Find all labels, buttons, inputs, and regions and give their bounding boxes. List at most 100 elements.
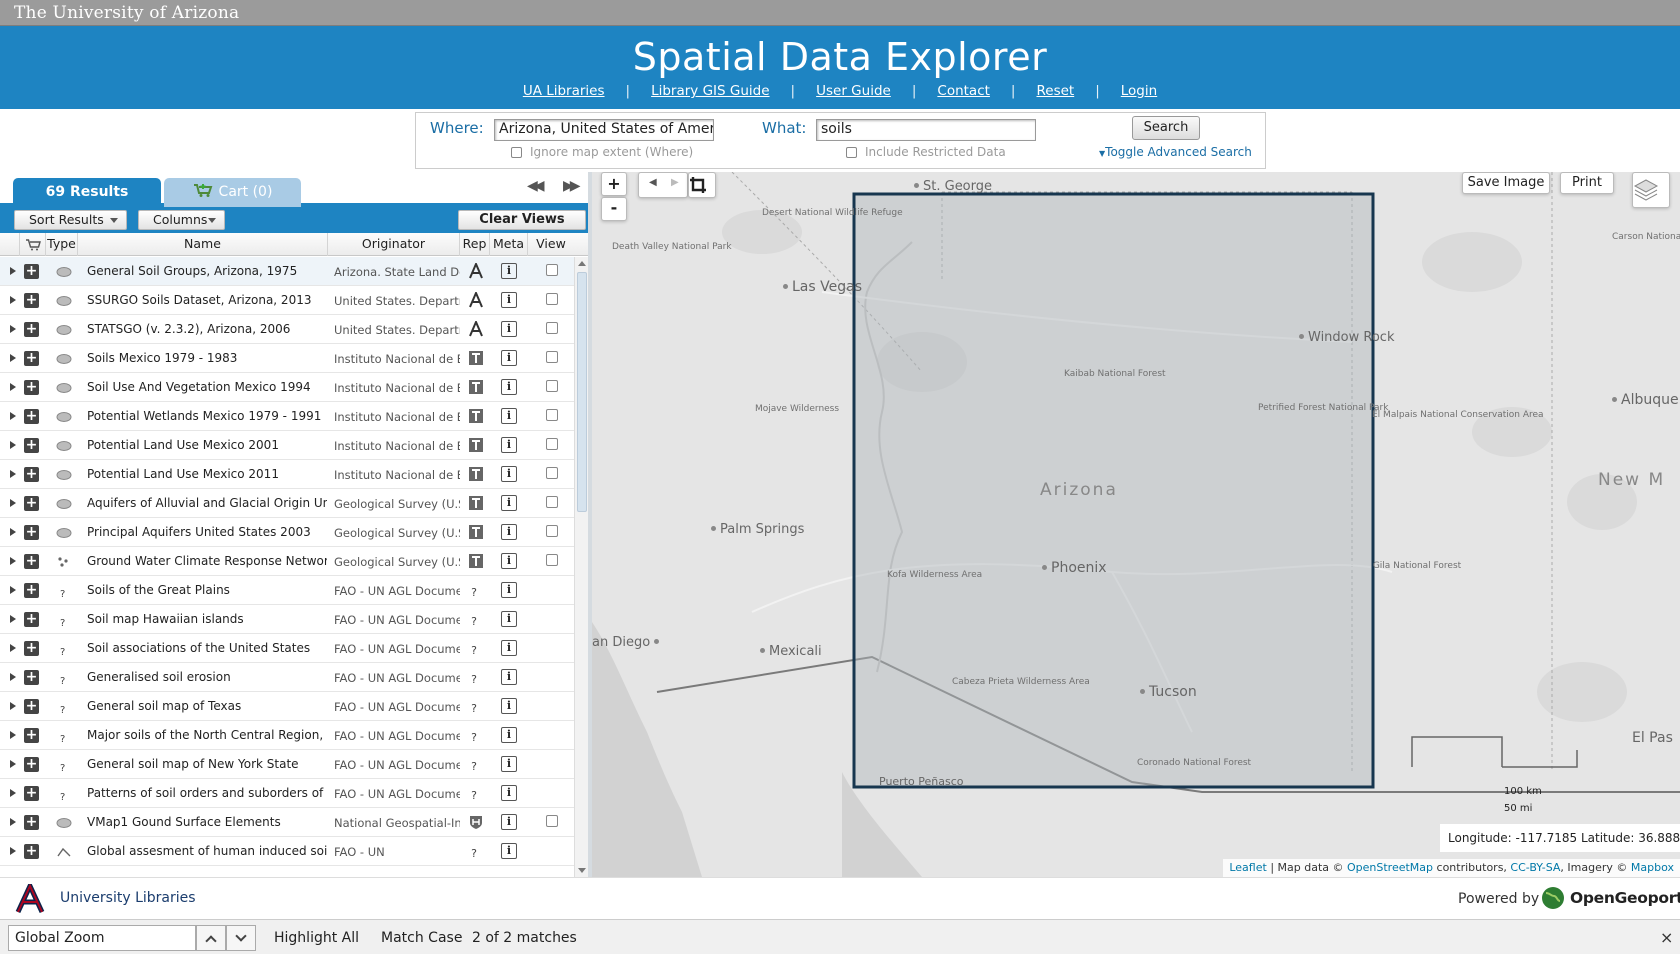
where-input[interactable]: Arizona, United States of America xyxy=(494,119,714,141)
metadata-info-icon[interactable]: i xyxy=(501,727,517,743)
result-name[interactable]: Principal Aquifers United States 2003 xyxy=(87,525,327,539)
nav-link-login[interactable]: Login xyxy=(1121,83,1157,99)
result-name[interactable]: Patterns of soil orders and suborders of… xyxy=(87,786,327,800)
expand-row-icon[interactable] xyxy=(10,557,16,565)
nav-link-reset[interactable]: Reset xyxy=(1036,83,1074,99)
view-layer-checkbox[interactable] xyxy=(546,293,558,305)
view-layer-checkbox[interactable] xyxy=(546,380,558,392)
expand-row-icon[interactable] xyxy=(10,644,16,652)
metadata-info-icon[interactable]: i xyxy=(501,640,517,656)
result-name[interactable]: Soil associations of the United States xyxy=(87,641,327,655)
expand-row-icon[interactable] xyxy=(10,354,16,362)
expand-row-icon[interactable] xyxy=(10,818,16,826)
add-to-cart-button[interactable]: + xyxy=(24,844,39,859)
columns-dropdown[interactable]: Columns xyxy=(138,210,225,230)
result-name[interactable]: General Soil Groups, Arizona, 1975 xyxy=(87,264,327,278)
table-row[interactable]: +? General soil map of New York State FAO … xyxy=(0,750,574,779)
expand-row-icon[interactable] xyxy=(10,267,16,275)
view-layer-checkbox[interactable] xyxy=(546,467,558,479)
metadata-info-icon[interactable]: i xyxy=(501,814,517,830)
col-meta[interactable]: Meta xyxy=(490,233,528,256)
expand-row-icon[interactable] xyxy=(10,760,16,768)
add-to-cart-button[interactable]: + xyxy=(24,670,39,685)
metadata-info-icon[interactable]: i xyxy=(501,553,517,569)
metadata-info-icon[interactable]: i xyxy=(501,350,517,366)
view-layer-checkbox[interactable] xyxy=(546,496,558,508)
expand-row-icon[interactable] xyxy=(10,441,16,449)
table-row[interactable]: + VMap1 Gound Surface Elements National Ge… xyxy=(0,808,574,837)
result-name[interactable]: Global assesment of human induced soil d… xyxy=(87,844,327,858)
table-row[interactable]: +? Soil associations of the United States… xyxy=(0,634,574,663)
metadata-info-icon[interactable]: i xyxy=(501,466,517,482)
expand-row-icon[interactable] xyxy=(10,789,16,797)
next-extent-icon[interactable]: ▶ xyxy=(671,177,679,188)
col-view[interactable]: View xyxy=(528,233,574,256)
add-to-cart-button[interactable]: + xyxy=(24,467,39,482)
metadata-info-icon[interactable]: i xyxy=(501,756,517,772)
sort-results-dropdown[interactable]: Sort Results xyxy=(14,210,127,230)
metadata-info-icon[interactable]: i xyxy=(501,437,517,453)
table-row[interactable]: + Potential Land Use Mexico 2001 Instituto… xyxy=(0,431,574,460)
table-row[interactable]: + Soil Use And Vegetation Mexico 1994 Inst… xyxy=(0,373,574,402)
nav-link-library-gis-guide[interactable]: Library GIS Guide xyxy=(651,83,769,99)
result-name[interactable]: Generalised soil erosion xyxy=(87,670,327,684)
col-cart[interactable] xyxy=(20,233,46,256)
nav-link-user-guide[interactable]: User Guide xyxy=(816,83,891,99)
add-to-cart-button[interactable]: + xyxy=(24,380,39,395)
add-to-cart-button[interactable]: + xyxy=(24,757,39,772)
result-name[interactable]: General soil map of New York State xyxy=(87,757,327,771)
find-next-button[interactable] xyxy=(226,925,256,951)
expand-row-icon[interactable] xyxy=(10,296,16,304)
metadata-info-icon[interactable]: i xyxy=(501,843,517,859)
result-name[interactable]: Soil Use And Vegetation Mexico 1994 xyxy=(87,380,327,394)
view-layer-checkbox[interactable] xyxy=(546,351,558,363)
metadata-info-icon[interactable]: i xyxy=(501,379,517,395)
toggle-advanced-search[interactable]: ▼Toggle Advanced Search xyxy=(1099,145,1252,159)
find-previous-button[interactable] xyxy=(196,925,226,951)
close-icon[interactable]: × xyxy=(1660,928,1673,947)
table-row[interactable]: +? Patterns of soil orders and suborders … xyxy=(0,779,574,808)
add-to-cart-button[interactable]: + xyxy=(24,699,39,714)
table-row[interactable]: +? Major soils of the North Central Regio… xyxy=(0,721,574,750)
expand-row-icon[interactable] xyxy=(10,470,16,478)
tab-cart[interactable]: Cart (0) xyxy=(164,178,301,207)
view-layer-checkbox[interactable] xyxy=(546,438,558,450)
col-originator[interactable]: Originator xyxy=(328,233,460,256)
attribution-license-link[interactable]: CC-BY-SA xyxy=(1510,861,1560,874)
expand-row-icon[interactable] xyxy=(10,847,16,855)
metadata-info-icon[interactable]: i xyxy=(501,611,517,627)
metadata-info-icon[interactable]: i xyxy=(501,785,517,801)
expand-row-icon[interactable] xyxy=(10,528,16,536)
highlight-all-toggle[interactable]: Highlight All xyxy=(274,930,359,946)
table-row[interactable]: + General Soil Groups, Arizona, 1975 Arizo… xyxy=(0,257,574,286)
metadata-info-icon[interactable]: i xyxy=(501,495,517,511)
metadata-info-icon[interactable]: i xyxy=(501,263,517,279)
metadata-info-icon[interactable]: i xyxy=(501,582,517,598)
nav-link-ua-libraries[interactable]: UA Libraries xyxy=(523,83,605,99)
table-row[interactable]: +? Soil map Hawaiian islands FAO - UN AGL … xyxy=(0,605,574,634)
add-to-cart-button[interactable]: + xyxy=(24,786,39,801)
collapse-left-icon[interactable]: ◀◀ xyxy=(527,178,544,194)
result-name[interactable]: Aquifers of Alluvial and Glacial Origin … xyxy=(87,496,327,510)
search-button[interactable]: Search xyxy=(1132,116,1200,140)
metadata-info-icon[interactable]: i xyxy=(501,321,517,337)
opengeoportal-brand[interactable]: OpenGeoportal xyxy=(1570,889,1680,907)
result-name[interactable]: Soils of the Great Plains xyxy=(87,583,327,597)
result-name[interactable]: VMap1 Gound Surface Elements xyxy=(87,815,327,829)
expand-row-icon[interactable] xyxy=(10,731,16,739)
add-to-cart-button[interactable]: + xyxy=(24,815,39,830)
crop-extent-button[interactable] xyxy=(688,172,716,198)
result-name[interactable]: Potential Land Use Mexico 2001 xyxy=(87,438,327,452)
result-name[interactable]: Soils Mexico 1979 - 1983 xyxy=(87,351,327,365)
match-case-toggle[interactable]: Match Case xyxy=(381,930,462,946)
previous-extent-icon[interactable]: ◀ xyxy=(649,177,657,188)
col-name[interactable]: Name xyxy=(78,233,328,256)
ignore-extent-checkbox[interactable] xyxy=(511,147,522,158)
col-rep[interactable]: Rep xyxy=(460,233,490,256)
table-row[interactable]: + SSURGO Soils Dataset, Arizona, 2013 Unit… xyxy=(0,286,574,315)
layers-button[interactable] xyxy=(1632,172,1670,208)
clear-views-button[interactable]: Clear Views xyxy=(458,210,586,230)
scroll-down-icon[interactable] xyxy=(578,868,586,873)
result-name[interactable]: SSURGO Soils Dataset, Arizona, 2013 xyxy=(87,293,327,307)
result-name[interactable]: Soil map Hawaiian islands xyxy=(87,612,327,626)
